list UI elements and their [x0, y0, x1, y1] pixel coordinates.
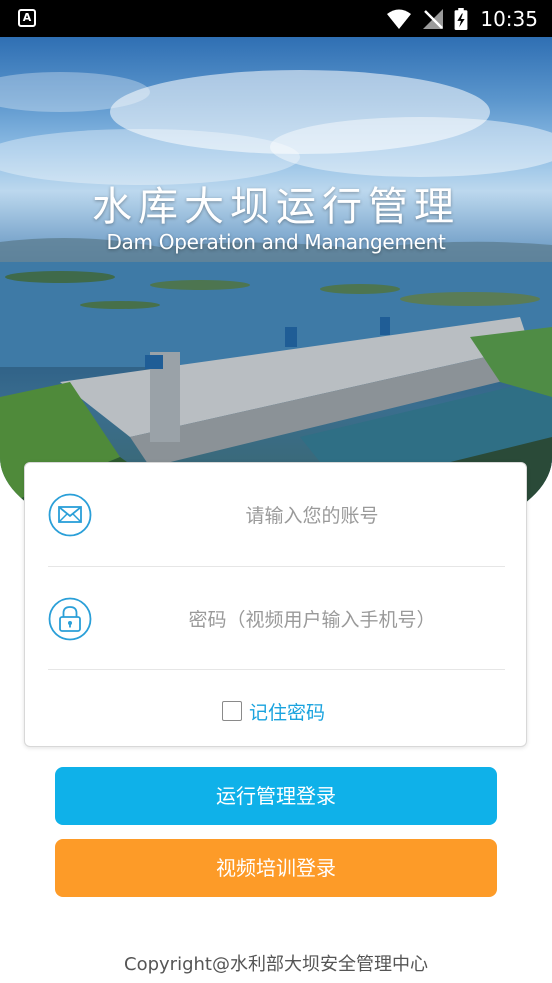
remember-label[interactable]: 记住密码	[249, 698, 325, 725]
battery-charging-icon	[454, 7, 468, 30]
mail-icon	[48, 493, 92, 537]
copyright-footer: Copyright@水利部大坝安全管理中心	[124, 954, 428, 975]
status-bar: A 10:35	[0, 0, 552, 37]
lock-icon	[48, 597, 92, 641]
account-input[interactable]	[125, 495, 499, 537]
account-row	[25, 463, 528, 567]
password-input[interactable]	[125, 599, 499, 641]
ops-login-button[interactable]: 运行管理登录	[55, 767, 497, 825]
divider	[48, 669, 505, 670]
notification-app-icon: A	[18, 9, 36, 27]
app-title: 水库大坝运行管理	[92, 184, 460, 230]
login-card: 记住密码	[24, 462, 527, 747]
password-row	[25, 567, 528, 671]
clock: 10:35	[480, 6, 538, 31]
wifi-icon	[387, 9, 412, 29]
remember-checkbox[interactable]	[221, 701, 242, 721]
no-signal-icon	[423, 8, 444, 29]
app-subtitle: Dam Operation and Manangement	[106, 230, 446, 254]
remember-password[interactable]: 记住密码	[25, 697, 528, 725]
video-training-login-button[interactable]: 视频培训登录	[55, 839, 497, 897]
status-icons: 10:35	[376, 0, 538, 37]
